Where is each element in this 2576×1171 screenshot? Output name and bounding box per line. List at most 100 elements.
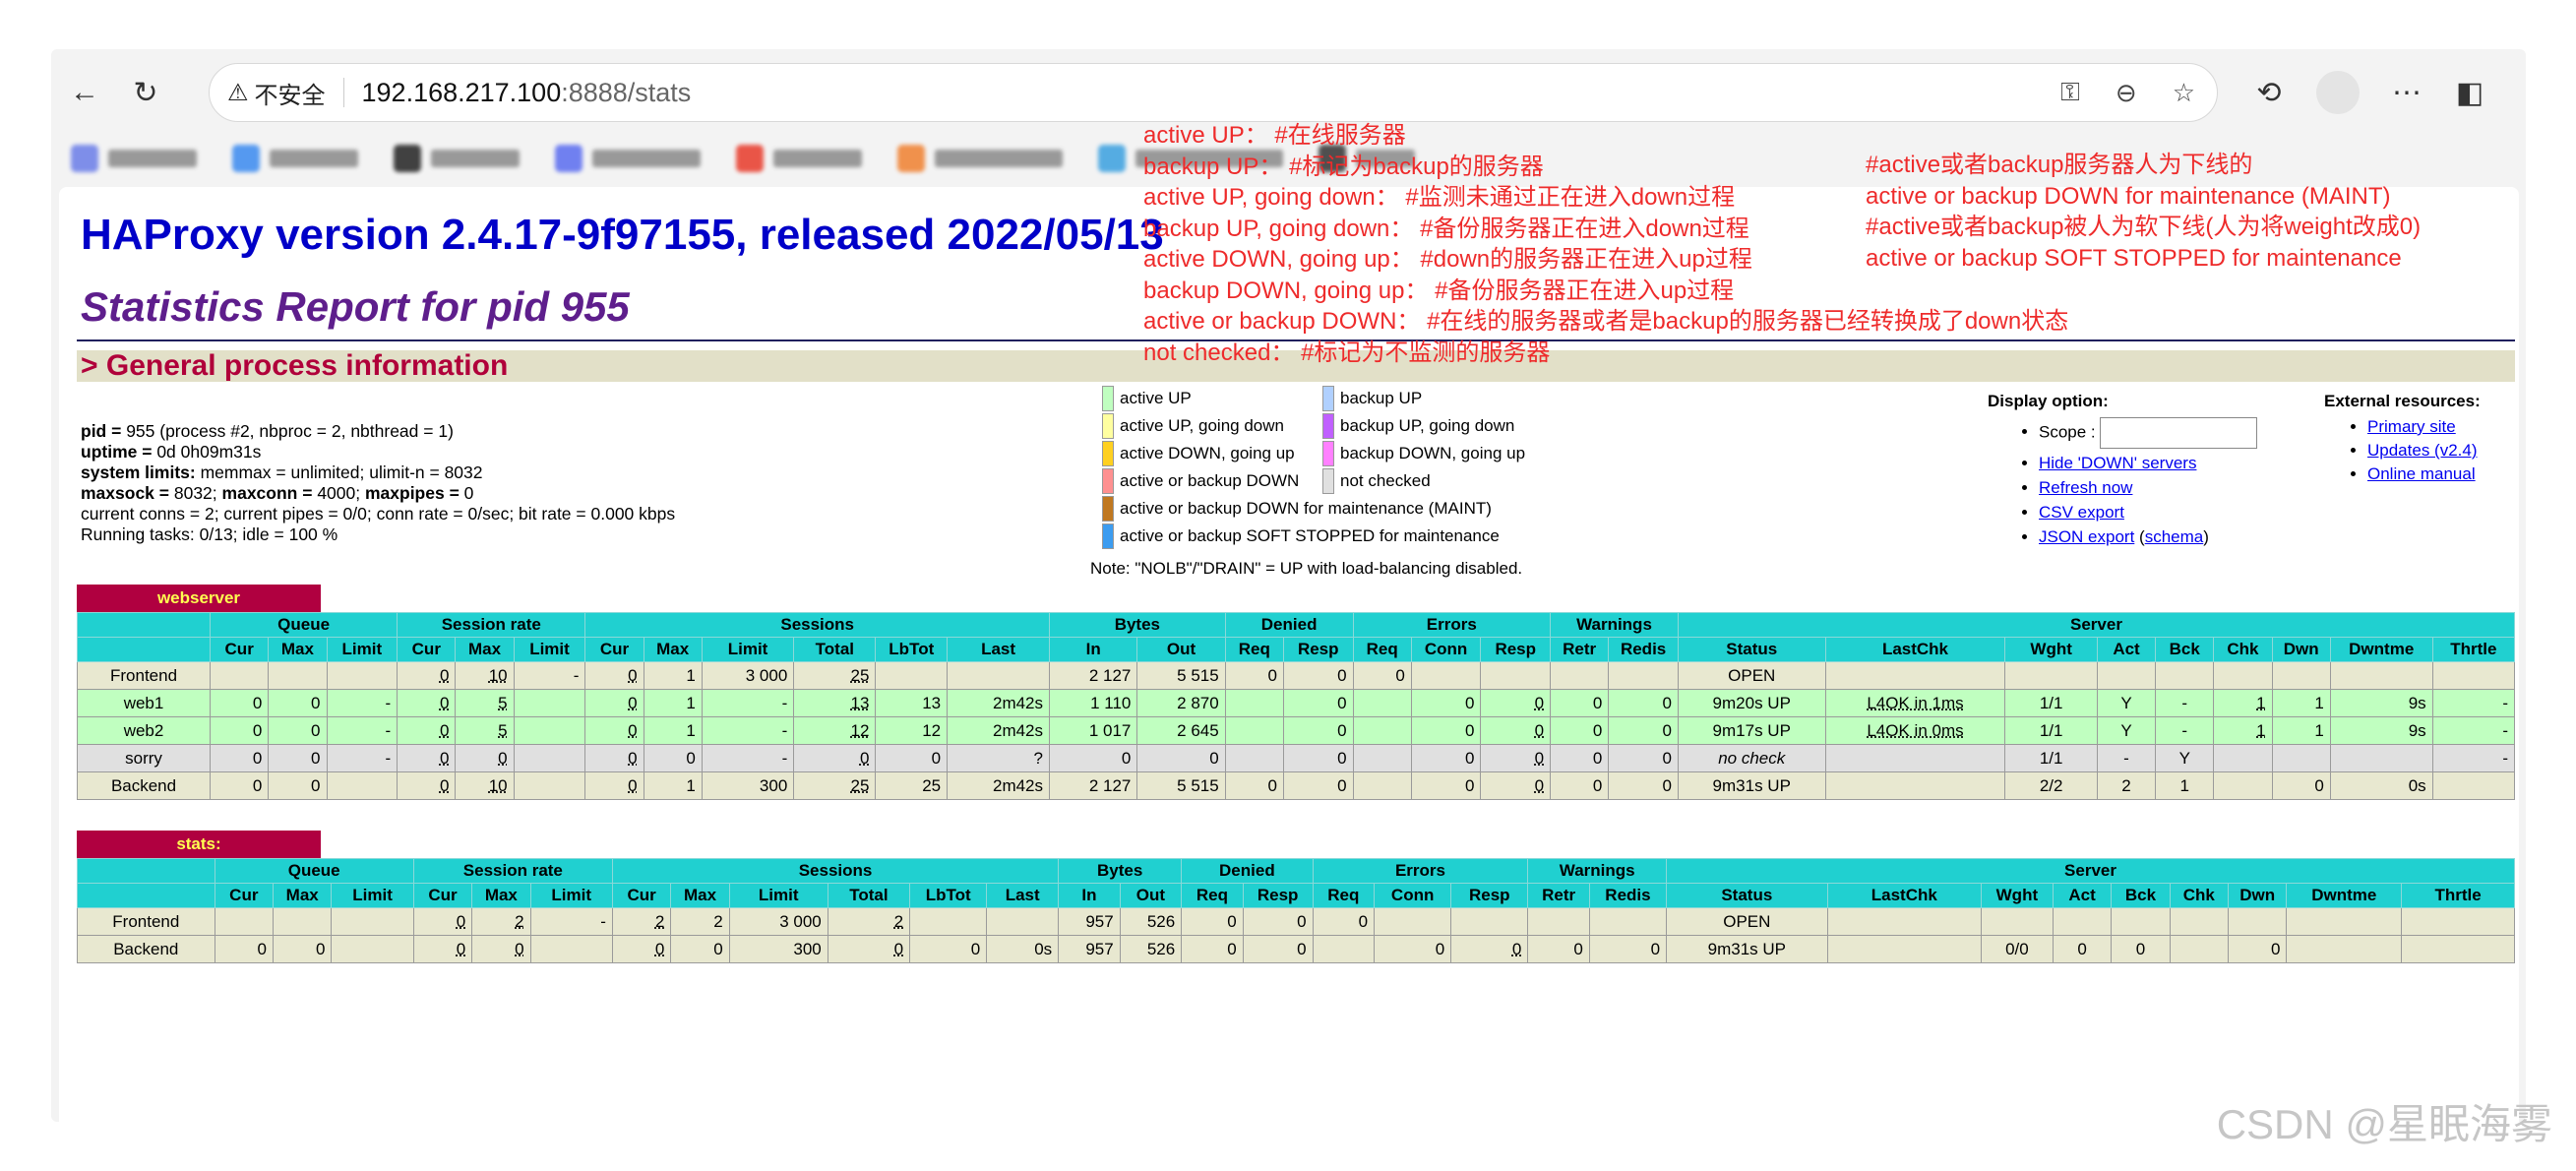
table-cell: 5 515 <box>1136 661 1226 690</box>
header-errors: Errors <box>1312 858 1529 884</box>
bookmark-item[interactable] <box>232 145 358 172</box>
table-cell: 0 <box>1224 661 1284 690</box>
stat-tooltip-value[interactable]: 1 <box>2256 721 2265 740</box>
row-name-cell[interactable]: sorry <box>76 744 212 772</box>
col-header: Conn <box>1410 637 1482 662</box>
stat-tooltip-value[interactable]: 10 <box>489 666 508 685</box>
zoom-out-icon[interactable]: ⊖ <box>2116 78 2137 108</box>
stat-tooltip-value[interactable]: 12 <box>850 721 869 740</box>
col-header: Resp <box>1450 883 1529 908</box>
updates-link[interactable]: Updates (v2.4) <box>2367 441 2478 460</box>
stat-tooltip-value[interactable]: 0 <box>440 776 449 795</box>
online-manual-link[interactable]: Online manual <box>2367 464 2476 483</box>
scope-input[interactable] <box>2099 417 2257 449</box>
stat-tooltip-value[interactable]: 0 <box>628 749 637 768</box>
proxy-name-stats[interactable]: stats: <box>77 831 321 858</box>
row-name-cell[interactable]: web2 <box>76 716 212 745</box>
annotation-line: #active或者backup服务器人为下线的 <box>1866 152 2253 178</box>
refresh-now-link[interactable]: Refresh now <box>2039 478 2132 497</box>
stat-tooltip-value[interactable]: 0 <box>440 721 449 740</box>
stat-tooltip-value[interactable]: 0 <box>1535 721 1544 740</box>
table-cell: 0 <box>1181 935 1244 963</box>
schema-link[interactable]: schema <box>2145 527 2204 546</box>
table-cell <box>2213 661 2273 690</box>
stat-tooltip-value[interactable]: 25 <box>850 776 869 795</box>
back-button[interactable]: ← <box>63 71 106 114</box>
key-icon[interactable]: ⚿ <box>2060 77 2080 108</box>
profile-button[interactable] <box>2316 71 2360 114</box>
stat-tooltip-value[interactable]: 0 <box>440 666 449 685</box>
row-name-cell[interactable]: Frontend <box>76 661 212 690</box>
stat-tooltip-value[interactable]: 0 <box>1512 940 1521 958</box>
reload-button[interactable]: ↻ <box>124 71 167 114</box>
bookmark-item[interactable] <box>736 145 862 172</box>
header-bytes: Bytes <box>1058 858 1183 884</box>
stat-tooltip-value[interactable]: 0 <box>1535 749 1544 768</box>
stat-tooltip-value[interactable]: 13 <box>850 694 869 712</box>
sidebar-toggle-button[interactable]: ◧ <box>2448 71 2491 114</box>
stat-tooltip-value[interactable]: 0 <box>628 776 637 795</box>
stat-tooltip-value[interactable]: 10 <box>489 776 508 795</box>
stat-tooltip-value[interactable]: 5 <box>498 721 507 740</box>
hide-down-link[interactable]: Hide 'DOWN' servers <box>2039 454 2196 472</box>
table-cell: 0 <box>584 744 644 772</box>
more-menu-button[interactable]: ⋯ <box>2385 71 2428 114</box>
table-cell: 1 <box>2155 771 2215 800</box>
bookmark-item[interactable] <box>394 145 520 172</box>
stat-tooltip-value[interactable]: 0 <box>457 912 465 931</box>
table-cell <box>2286 935 2403 963</box>
row-name-cell[interactable]: Backend <box>76 771 212 800</box>
row-name-cell[interactable]: Frontend <box>77 907 215 936</box>
stat-tooltip-value[interactable]: 0 <box>440 694 449 712</box>
primary-site-link[interactable]: Primary site <box>2367 417 2456 436</box>
stat-tooltip-value[interactable]: 2 <box>515 912 523 931</box>
stat-tooltip-value[interactable]: 25 <box>850 666 869 685</box>
csv-export-link[interactable]: CSV export <box>2039 503 2124 522</box>
stat-tooltip-value[interactable]: L4OK in 1ms <box>1867 694 1963 712</box>
stat-tooltip-value[interactable]: 2 <box>655 912 664 931</box>
stat-tooltip-value[interactable]: 0 <box>515 940 523 958</box>
stat-tooltip-value[interactable]: 0 <box>628 721 637 740</box>
bookmark-item[interactable] <box>71 145 197 172</box>
stat-tooltip-value[interactable]: 0 <box>498 749 507 768</box>
security-indicator[interactable]: ⚠ 不安全 <box>227 76 326 110</box>
row-name-cell[interactable]: web1 <box>76 689 212 717</box>
table-cell <box>2271 744 2331 772</box>
stat-tooltip-value[interactable]: 0 <box>894 940 903 958</box>
stat-tooltip-value[interactable]: 2 <box>894 912 903 931</box>
col-header: Resp <box>1480 637 1552 662</box>
bookmark-icon <box>736 145 764 172</box>
stat-tooltip-value[interactable]: L4OK in 0ms <box>1867 721 1963 740</box>
col-header: Limit <box>326 637 399 662</box>
row-name-cell[interactable]: Backend <box>77 935 215 963</box>
proxy-name-webserver[interactable]: webserver <box>77 585 321 612</box>
table-cell <box>210 661 270 690</box>
legend-swatch <box>1322 441 1334 466</box>
json-export-link[interactable]: JSON export <box>2039 527 2134 546</box>
table-cell: Y <box>2155 744 2215 772</box>
col-header: LbTot <box>875 637 949 662</box>
bookmark-item[interactable] <box>555 145 701 172</box>
stat-tooltip-value[interactable]: 0 <box>860 749 869 768</box>
table-header-groups: Queue Session rate Sessions Bytes Denied… <box>77 858 2515 884</box>
table-cell: 0 <box>1480 689 1552 717</box>
stat-tooltip-value[interactable]: 0 <box>655 940 664 958</box>
stat-tooltip-value[interactable]: 1 <box>2256 694 2265 712</box>
stat-tooltip-value[interactable]: 0 <box>1535 694 1544 712</box>
bookmark-item[interactable] <box>897 145 1063 172</box>
stat-tooltip-value[interactable]: 0 <box>628 694 637 712</box>
stat-tooltip-value[interactable]: 0 <box>440 749 449 768</box>
table-cell <box>1527 907 1590 936</box>
table-cell: - <box>326 744 399 772</box>
favorite-star-icon[interactable]: ☆ <box>2173 78 2195 108</box>
stat-tooltip-value[interactable]: 5 <box>498 694 507 712</box>
stat-tooltip-value[interactable]: 0 <box>1535 776 1544 795</box>
history-button[interactable]: ⟲ <box>2247 71 2291 114</box>
address-bar[interactable]: ⚠ 不安全 192.168.217.100:8888/stats ⚿ ⊖ ☆ <box>209 63 2218 122</box>
table-cell: 0 <box>412 907 473 936</box>
stat-tooltip-value[interactable]: 0 <box>628 666 637 685</box>
table-cell <box>1374 907 1452 936</box>
col-header: Resp <box>1242 883 1314 908</box>
stat-tooltip-value[interactable]: 0 <box>457 940 465 958</box>
table-cell: 526 <box>1119 935 1183 963</box>
